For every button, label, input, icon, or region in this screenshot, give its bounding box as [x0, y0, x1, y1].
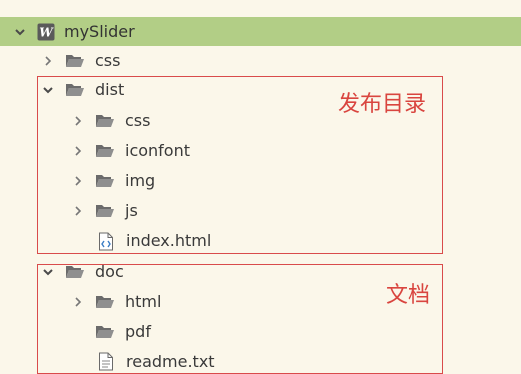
tree-item-label: html — [125, 292, 162, 311]
folder-icon — [95, 203, 115, 219]
folder-open-icon — [65, 82, 85, 98]
folder-icon — [65, 53, 85, 69]
tree-item-label: css — [95, 51, 121, 70]
project-icon: W — [37, 23, 55, 41]
chevron-right-icon[interactable] — [71, 295, 85, 309]
tree-root-myslider[interactable]: W mySlider — [0, 17, 521, 46]
tree-item-label: pdf — [125, 322, 151, 341]
chevron-right-icon[interactable] — [41, 54, 55, 68]
tree-item-css[interactable]: css — [0, 46, 521, 76]
tree-item-dist-index-html[interactable]: index.html — [0, 226, 521, 256]
project-tree: W mySlider css dist css iconfont img js … — [0, 0, 521, 374]
chevron-down-icon[interactable] — [41, 265, 55, 279]
svg-text:W: W — [39, 25, 54, 39]
tree-item-label: readme.txt — [126, 352, 215, 371]
folder-icon — [95, 113, 115, 129]
tree-item-doc-readme[interactable]: readme.txt — [0, 350, 521, 374]
tree-item-doc-pdf[interactable]: pdf — [0, 317, 521, 347]
text-file-icon — [98, 352, 114, 371]
chevron-right-icon[interactable] — [71, 204, 85, 218]
tree-root-label: mySlider — [64, 21, 135, 41]
tree-item-label: js — [125, 201, 138, 220]
tree-item-label: dist — [95, 80, 125, 99]
chevron-right-icon[interactable] — [71, 174, 85, 188]
folder-open-icon — [65, 264, 85, 280]
tree-item-label: img — [125, 171, 156, 190]
chevron-right-icon[interactable] — [71, 144, 85, 158]
folder-icon — [95, 143, 115, 159]
tree-item-label: iconfont — [125, 141, 191, 160]
tree-item-doc[interactable]: doc — [0, 257, 521, 287]
doc-annotation-label: 文档 — [386, 283, 431, 308]
chevron-down-icon[interactable] — [13, 25, 27, 39]
folder-icon — [95, 324, 115, 340]
tree-item-dist-css[interactable]: css — [0, 106, 521, 136]
chevron-right-icon[interactable] — [71, 114, 85, 128]
tree-item-label: css — [125, 111, 151, 130]
tree-item-label: doc — [95, 262, 124, 281]
tree-item-dist-js[interactable]: js — [0, 196, 521, 226]
tree-item-dist[interactable]: dist — [0, 75, 521, 105]
tree-item-label: index.html — [126, 231, 212, 250]
html-file-icon — [98, 232, 114, 251]
chevron-down-icon[interactable] — [41, 83, 55, 97]
tree-item-dist-img[interactable]: img — [0, 166, 521, 196]
dist-annotation-label: 发布目录 — [338, 92, 427, 117]
folder-icon — [95, 173, 115, 189]
tree-item-dist-iconfont[interactable]: iconfont — [0, 136, 521, 166]
folder-icon — [95, 294, 115, 310]
tree-item-doc-html[interactable]: html — [0, 287, 521, 317]
